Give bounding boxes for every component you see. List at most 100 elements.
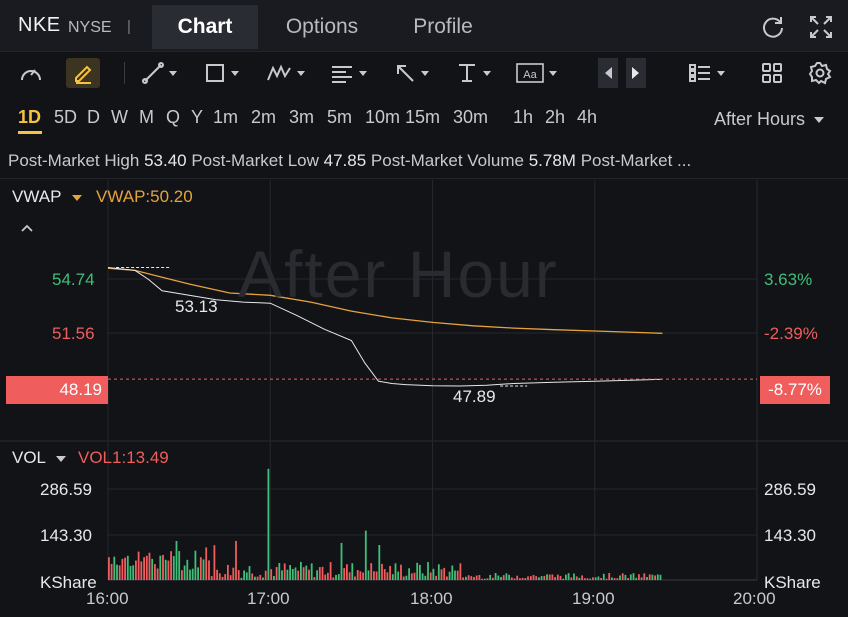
- volume-bar: [359, 571, 362, 580]
- vwap-indicator-label[interactable]: VWAP: [12, 187, 82, 207]
- volume-bar: [327, 572, 329, 580]
- volume-bar: [573, 573, 575, 580]
- volume-bar: [381, 563, 383, 580]
- volume-bar: [251, 573, 254, 580]
- volume-bar: [340, 542, 343, 580]
- volume-bar: [183, 565, 186, 580]
- volume-bar: [172, 556, 175, 580]
- volume-indicator-label[interactable]: VOL: [12, 448, 67, 468]
- volume-bar: [597, 576, 600, 580]
- vwap-name: VWAP: [12, 187, 62, 206]
- period-m[interactable]: M: [139, 107, 154, 128]
- volume-bar: [383, 569, 386, 580]
- volume-bar: [181, 570, 183, 580]
- volume-bar: [405, 575, 408, 580]
- volume-bar: [375, 571, 378, 580]
- volume-bar: [513, 578, 516, 580]
- volume-bar: [245, 572, 248, 580]
- volume-bar: [419, 564, 421, 580]
- period-y[interactable]: Y: [191, 107, 203, 128]
- volume-bar: [140, 561, 143, 580]
- volume-bar: [178, 551, 181, 580]
- volume-bar: [646, 577, 648, 580]
- volume-bar: [543, 575, 546, 580]
- period-d[interactable]: D: [87, 107, 100, 128]
- volume-bar: [497, 575, 500, 580]
- volume-bar: [605, 578, 608, 580]
- volume-bar: [508, 574, 510, 580]
- period-4h[interactable]: 4h: [577, 107, 597, 128]
- volume-bar: [283, 563, 286, 580]
- volume-bar: [408, 568, 410, 580]
- volume-bar: [113, 556, 116, 580]
- period-30m[interactable]: 30m: [453, 107, 488, 128]
- period-1h[interactable]: 1h: [513, 107, 533, 128]
- collapse-chevron-up-icon[interactable]: [20, 220, 34, 238]
- x-tick-label: 20:00: [733, 589, 776, 608]
- period-q[interactable]: Q: [166, 107, 180, 128]
- volume-bar: [351, 563, 354, 580]
- volume-bar: [264, 570, 267, 580]
- period-w[interactable]: W: [111, 107, 128, 128]
- volume-bar: [154, 564, 156, 580]
- volume-bar: [202, 559, 205, 580]
- x-tick-label: 19:00: [572, 589, 615, 608]
- volume-bar: [129, 565, 132, 580]
- volume-bar: [565, 574, 567, 580]
- volume-bar: [159, 555, 162, 580]
- volume-bar: [237, 570, 240, 580]
- volume-bar: [575, 576, 578, 580]
- volume-bar: [527, 576, 529, 580]
- volume-bar: [529, 576, 532, 580]
- volume-bar: [638, 574, 640, 580]
- period-5d[interactable]: 5D: [54, 107, 77, 128]
- session-watermark: After Hour: [238, 237, 559, 311]
- volume-bar: [581, 575, 583, 580]
- volume-bar: [432, 568, 435, 580]
- period-15m[interactable]: 15m: [405, 107, 440, 128]
- volume-bar: [616, 578, 619, 580]
- volume-bar: [462, 577, 464, 580]
- volume-bar: [346, 564, 348, 580]
- volume-bar: [227, 564, 229, 580]
- volume-bar: [126, 555, 129, 580]
- high-marker-label: 53.13: [175, 297, 218, 316]
- volume-bar: [337, 574, 340, 580]
- vol-name: VOL: [12, 448, 46, 467]
- volume-bar: [578, 577, 581, 580]
- period-2h[interactable]: 2h: [545, 107, 565, 128]
- volume-bar: [465, 576, 467, 580]
- volume-bar: [489, 574, 492, 580]
- x-tick-label: 16:00: [86, 589, 129, 608]
- volume-bar: [343, 568, 346, 580]
- volume-bar: [218, 573, 221, 580]
- volume-bar: [540, 576, 543, 580]
- volume-bar: [519, 578, 521, 580]
- volume-bar: [162, 554, 164, 580]
- volume-bar: [640, 577, 643, 580]
- volume-bar: [373, 571, 375, 580]
- volume-bar: [318, 567, 321, 580]
- period-3m[interactable]: 3m: [289, 107, 314, 128]
- volume-bar: [424, 575, 427, 580]
- volume-bar: [254, 576, 256, 580]
- volume-bar: [205, 547, 208, 580]
- vol-y-right-2: 143.30: [764, 526, 816, 545]
- volume-bar: [110, 563, 113, 580]
- period-2m[interactable]: 2m: [251, 107, 276, 128]
- volume-bar: [467, 575, 470, 580]
- volume-bar: [308, 569, 310, 580]
- volume-bar: [156, 568, 159, 580]
- period-1d[interactable]: 1D: [18, 107, 41, 128]
- period-10m[interactable]: 10m: [365, 107, 400, 128]
- volume-bar: [300, 561, 302, 580]
- volume-bar: [248, 566, 251, 580]
- period-1m[interactable]: 1m: [213, 107, 238, 128]
- volume-bar: [362, 572, 364, 580]
- volume-bar: [492, 577, 494, 580]
- period-5m[interactable]: 5m: [327, 107, 352, 128]
- low-marker-label: 47.89: [453, 387, 496, 406]
- volume-bar: [267, 468, 270, 580]
- volume-bar: [262, 577, 264, 580]
- volume-bar: [494, 573, 497, 580]
